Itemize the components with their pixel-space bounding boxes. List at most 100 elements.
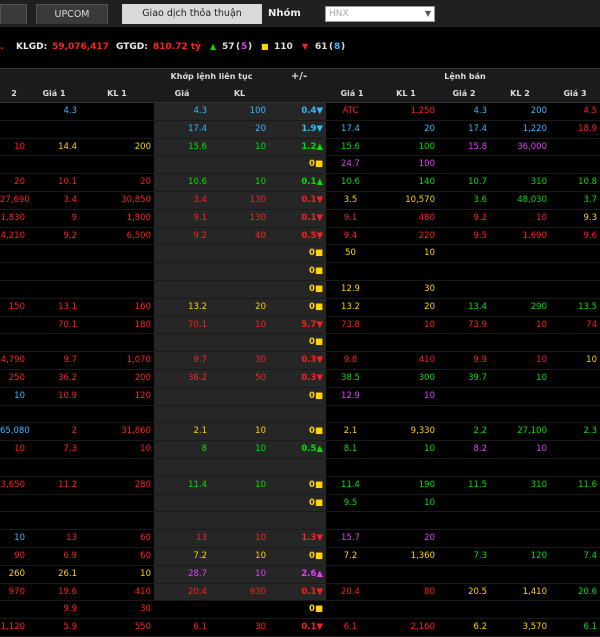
table-row[interactable]: 17.4 20 1.9▼ 17.4 20 17.4 1,220 18.9 xyxy=(0,121,600,139)
cell-buy-price1: 26.1 xyxy=(58,568,77,579)
table-row[interactable]: 0■ xyxy=(0,263,600,281)
table-row[interactable] xyxy=(0,406,600,424)
cell-buy-kl1: 30 xyxy=(140,604,151,615)
cell-sell-price2: 9.9 xyxy=(473,355,487,366)
cell-sell-price3: 4.5 xyxy=(583,106,597,116)
cell-match-price: 28.7 xyxy=(188,568,207,579)
cell-sell-price1: 12.9 xyxy=(341,390,360,401)
table-row[interactable]: 70.1 180 70.1 10 5.7▼ 73.8 10 73.9 10 74 xyxy=(0,317,600,335)
cell-buy-kl1 xyxy=(80,245,154,261)
cell-sell-kl2 xyxy=(490,334,550,350)
cell-sell-kl1: 100 xyxy=(418,159,435,170)
cell-buy-kl2: 10 xyxy=(14,533,25,544)
cell-match-price: 6.1 xyxy=(193,622,207,633)
top-tab-bar: UPCOM Giao dịch thỏa thuận Nhóm HNX ▼ xyxy=(0,0,600,27)
cell-buy-kl1 xyxy=(80,263,154,279)
cell-sell-kl1: 30 xyxy=(424,283,435,294)
cell-buy-price1: 13.1 xyxy=(58,301,77,312)
header-match-group: Khớp lệnh liên tục xyxy=(170,72,253,81)
stats-prefix: . xyxy=(0,42,4,52)
cell-sell-price2 xyxy=(438,388,490,404)
table-row[interactable]: 260 26.1 10 28.7 10 2.6▲ xyxy=(0,566,600,584)
header-match-price[interactable]: Giá xyxy=(154,86,210,102)
table-row[interactable]: 10 7.3 10 8 10 0.5▲ 8.1 10 8.2 10 xyxy=(0,441,600,459)
header-buy-kl1[interactable]: KL 1 xyxy=(80,86,154,102)
cell-buy-price1 xyxy=(28,512,80,528)
cell-sell-kl1: 10 xyxy=(424,497,435,508)
cell-buy-kl2 xyxy=(0,156,28,172)
cell-match-price xyxy=(154,281,210,297)
cell-match-vol xyxy=(210,512,269,528)
header-buy-kl2[interactable]: 2 xyxy=(0,86,28,102)
table-row[interactable]: 0■ 12.9 30 xyxy=(0,281,600,299)
table-row[interactable]: 4,210 9.2 6,500 9.2 40 0.5▼ 9.4 220 9.5 1,690 9.6 xyxy=(0,228,600,246)
cell-buy-price1: 9 xyxy=(71,212,77,223)
cell-buy-kl1: 30,850 xyxy=(121,194,151,205)
cell-sell-price1: 50 xyxy=(345,248,356,259)
header-sell-price2[interactable]: Giá 2 xyxy=(438,86,490,102)
table-row[interactable] xyxy=(0,459,600,477)
cell-sell-price1: 17.4 xyxy=(341,123,360,134)
cell-sell-price1 xyxy=(330,566,374,582)
header-buy-price1[interactable]: Giá 1 xyxy=(28,86,80,102)
cell-sell-price2: 7.3 xyxy=(473,550,487,561)
header-match-vol[interactable]: KL xyxy=(210,86,269,102)
table-row[interactable]: 0■ 9.5 10 xyxy=(0,495,600,513)
cell-sell-kl1 xyxy=(374,566,438,582)
table-row[interactable]: 0■ xyxy=(0,334,600,353)
cell-match-vol xyxy=(210,263,269,279)
table-row[interactable]: 4,790 9.7 1,070 9.7 30 0.3▼ 9.8 410 9.9 10 10 xyxy=(0,352,600,370)
cell-sell-kl2: 36,000 xyxy=(517,141,547,152)
table-row[interactable]: 150 13.1 160 13.2 20 0■ 13.2 20 13.4 290 13.5 xyxy=(0,299,600,317)
cell-sell-kl2: 1,690 xyxy=(522,230,547,241)
table-row[interactable]: 9.9 30 0■ xyxy=(0,601,600,620)
cell-match-vol: 30 xyxy=(255,355,266,366)
cell-sell-kl1 xyxy=(374,406,438,422)
table-row[interactable]: 10 14.4 200 15.6 10 1.2▲ 15.6 100 15.8 36,000 xyxy=(0,139,600,157)
cell-buy-kl2: 90 xyxy=(14,550,25,561)
table-row[interactable]: 1,830 9 1,800 9.1 130 0.1▼ 9.1 480 9.2 10 9.3 xyxy=(0,210,600,228)
table-row[interactable]: 3,650 11.2 280 11.4 10 0■ 11.4 190 11.5 310 11.6 xyxy=(0,477,600,495)
cell-sell-kl2: 310 xyxy=(530,177,547,188)
tab-negotiated-trading[interactable]: Giao dịch thỏa thuận xyxy=(122,4,262,24)
tab-upcom[interactable]: UPCOM xyxy=(36,4,108,24)
table-row[interactable]: 10 10.9 120 0■ 12.9 10 xyxy=(0,388,600,406)
table-row[interactable]: 1,120 5.9 550 6.1 30 0.1▼ 6.1 2,160 6.2 3,570 6.1 xyxy=(0,619,600,637)
cell-match-price: 8 xyxy=(201,444,207,455)
table-row[interactable]: 0■ 24.7 100 xyxy=(0,156,600,175)
cell-sell-price2 xyxy=(438,334,490,350)
tab-market[interactable] xyxy=(0,4,27,24)
table-row[interactable]: 10 13 60 13 10 1.3▼ 15.7 20 xyxy=(0,530,600,548)
table-row[interactable]: 20 10.1 20 10.6 10 0.1▲ 10.6 140 10.7 310 10.8 xyxy=(0,174,600,192)
cell-sell-price2: 6.2 xyxy=(473,622,487,633)
cell-match-vol: 40 xyxy=(255,230,266,241)
table-row[interactable]: 90 6.9 60 7.2 10 0■ 7.2 1,360 7.3 120 7.4 xyxy=(0,548,600,566)
header-sell-kl2[interactable]: KL 2 xyxy=(490,86,550,102)
gtgd-value: 810.72 tỷ xyxy=(153,42,202,52)
floor-count: 8 xyxy=(334,42,341,52)
cell-match-price: 17.4 xyxy=(188,123,207,134)
cell-sell-price3 xyxy=(550,601,600,617)
table-row[interactable]: 65,080 2 31,860 2.1 10 0■ 2.1 9,330 2.2 27,100 2.3 xyxy=(0,423,600,442)
group-select[interactable]: HNX ▼ xyxy=(325,6,435,22)
cell-buy-price1: 11.2 xyxy=(58,479,77,490)
cell-sell-price1: 24.7 xyxy=(341,159,360,170)
cell-sell-price2 xyxy=(438,530,490,546)
header-sell-price3[interactable]: Giá 3 xyxy=(550,86,600,102)
table-row[interactable]: 250 36.2 200 36.2 50 0.3▼ 38.5 300 39.7 10 xyxy=(0,370,600,388)
cell-match-vol: 30 xyxy=(255,622,266,633)
cell-match-price: 9.2 xyxy=(193,230,207,241)
cell-sell-kl2: 1,410 xyxy=(522,586,547,597)
cell-sell-kl1 xyxy=(374,334,438,350)
table-row[interactable]: 970 19.6 410 20.4 930 0.1▼ 20.4 80 20.5 1,410 20.6 xyxy=(0,584,600,602)
table-row[interactable]: 0■ 50 10 xyxy=(0,245,600,264)
cell-sell-kl1: 100 xyxy=(418,141,435,152)
cell-match-vol: 130 xyxy=(249,212,266,223)
cell-buy-kl2 xyxy=(0,334,28,350)
table-row[interactable]: 27,690 3.4 30,850 3.4 130 0.1▼ 3.5 10,570 3.6 48,… xyxy=(0,192,600,210)
header-sell-price1[interactable]: Giá 1 xyxy=(330,86,374,102)
header-sell-kl1[interactable]: KL 1 xyxy=(374,86,438,102)
table-row[interactable] xyxy=(0,512,600,531)
table-row[interactable]: 4.3 4.3 100 0.4▼ ATC 1,250 4.3 200 4.5 xyxy=(0,103,600,121)
cell-match-price: 13 xyxy=(196,533,207,544)
